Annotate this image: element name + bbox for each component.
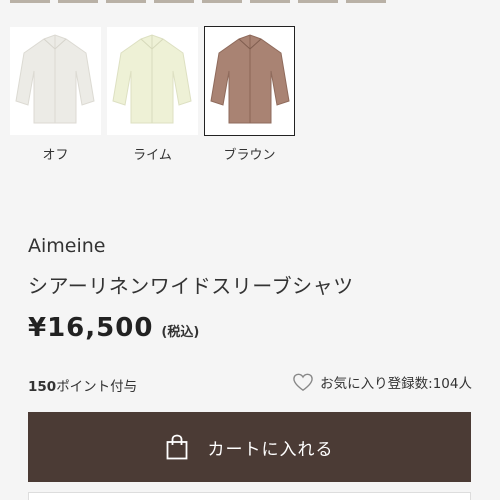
swatch-label-brown: ブラウン xyxy=(223,148,276,163)
points-suffix: ポイント付与 xyxy=(56,379,138,395)
swatch-label-lime: ライム xyxy=(133,148,172,163)
points-value: 150 xyxy=(28,379,57,395)
points-info: 150ポイント付与 xyxy=(28,375,137,395)
favorite-button[interactable]: お気に入り登録数:104人 xyxy=(292,372,472,392)
price-amount: ¥16,500 xyxy=(28,313,154,343)
shirt-thumbnail-brown xyxy=(210,34,290,124)
next-button-edge xyxy=(28,492,471,500)
swatch-brown[interactable] xyxy=(204,26,295,136)
swatch-label-off: オフ xyxy=(42,148,69,163)
previous-images-strip xyxy=(0,0,500,3)
swatch-labels: オフ ライム ブラウン xyxy=(10,144,295,163)
shirt-thumbnail-off xyxy=(15,34,95,124)
swatch-lime[interactable] xyxy=(107,27,198,135)
color-swatches xyxy=(10,26,295,136)
add-to-cart-button[interactable]: カートに入れる xyxy=(28,412,471,482)
shopping-bag-icon xyxy=(166,434,187,460)
price: ¥16,500 (税込) xyxy=(28,313,199,343)
add-to-cart-label: カートに入れる xyxy=(207,439,334,460)
product-title: シアーリネンワイドスリーブシャツ xyxy=(28,274,354,298)
brand-name[interactable]: Aimeine xyxy=(28,235,105,257)
favorite-count-label: お気に入り登録数:104人 xyxy=(320,376,472,392)
shirt-thumbnail-lime xyxy=(112,34,192,124)
swatch-off[interactable] xyxy=(10,27,101,135)
tax-note: (税込) xyxy=(161,325,200,340)
heart-icon xyxy=(293,373,313,391)
